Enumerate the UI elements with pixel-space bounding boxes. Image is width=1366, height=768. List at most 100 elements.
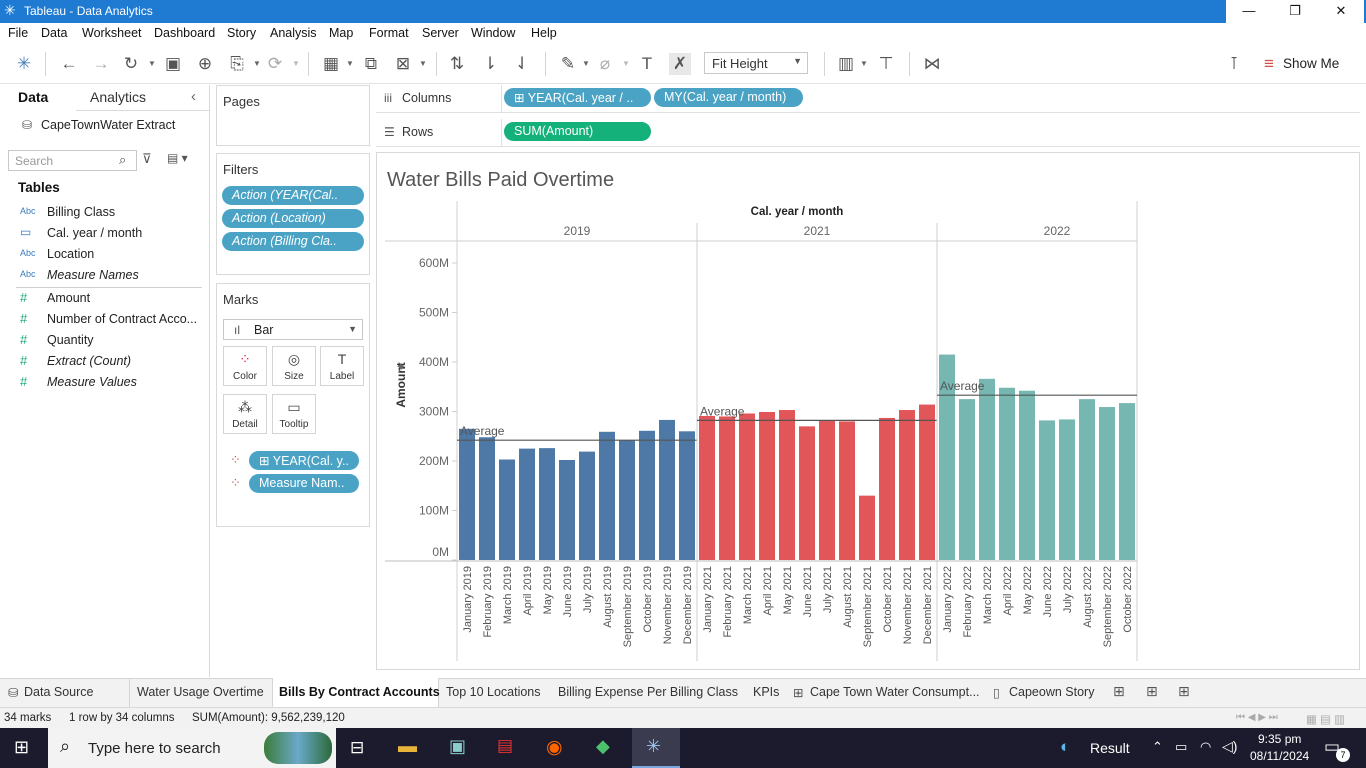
menu-window[interactable]: Window <box>471 26 515 40</box>
filter-pill-location[interactable]: Action (Location) <box>222 209 364 228</box>
tab-water-usage-overtime[interactable]: Water Usage Overtime <box>137 685 264 699</box>
new-datasource-icon[interactable]: ⊕ <box>194 53 216 75</box>
marks-pill-year[interactable]: ⊞ YEAR(Cal. y.. <box>249 451 359 470</box>
volume-icon[interactable]: ◁) <box>1222 738 1237 755</box>
battery-icon[interactable]: ▭ <box>1175 739 1187 755</box>
group-members-icon[interactable]: ⌀ <box>594 53 616 75</box>
share-icon[interactable]: ⋈ <box>921 53 943 75</box>
columns-pill-year[interactable]: ⊞ YEAR(Cal. year / .. <box>504 88 651 107</box>
wifi-icon[interactable]: ◠ <box>1200 739 1211 755</box>
undo-icon[interactable]: ← <box>58 53 80 75</box>
git-icon[interactable]: ◆ <box>596 736 610 757</box>
chevron-up-icon[interactable]: ⌃ <box>1152 739 1163 755</box>
menu-worksheet[interactable]: Worksheet <box>82 26 142 40</box>
redo-icon[interactable]: → <box>90 53 112 75</box>
duplicate-sheet-icon[interactable]: ⧉ <box>360 53 382 75</box>
menu-file[interactable]: File <box>8 26 28 40</box>
menu-story[interactable]: Story <box>227 26 256 40</box>
new-worksheet-tab-icon[interactable]: ⊞ <box>1113 683 1125 700</box>
new-dashboard-tab-icon[interactable]: ⊞ <box>1146 683 1158 700</box>
swap-icon[interactable]: ⇅ <box>446 53 468 75</box>
field-measure-values[interactable]: # Measure Values <box>0 373 210 394</box>
refresh-icon[interactable]: ⟳ <box>264 53 286 75</box>
marks-pill-measure-names[interactable]: Measure Nam.. <box>249 474 359 493</box>
highlight-icon[interactable]: ✎ <box>557 53 579 75</box>
tab-cape-town-water[interactable]: Cape Town Water Consumpt... <box>810 685 980 699</box>
tab-analytics[interactable]: Analytics <box>90 89 146 105</box>
restore-button[interactable]: ❐ <box>1272 0 1318 23</box>
field-quantity[interactable]: # Quantity <box>0 331 210 352</box>
clear-sheet-icon[interactable]: ⊠ <box>392 53 414 75</box>
collapse-chevron-icon[interactable]: ‹ <box>191 88 196 105</box>
color-button[interactable]: ⁘ Color <box>223 346 267 386</box>
pages-card[interactable]: Pages <box>216 85 370 146</box>
rows-pill-amount[interactable]: SUM(Amount) <box>504 122 651 141</box>
mark-type-select[interactable]: ıl Bar ▼ <box>223 319 363 340</box>
view-options-icon[interactable]: ▤ ▾ <box>167 151 188 165</box>
field-amount[interactable]: # Amount <box>0 289 210 310</box>
close-button[interactable]: ✕ <box>1318 0 1364 23</box>
tab-capeown-story[interactable]: Capeown Story <box>1009 685 1094 699</box>
datasource-name[interactable]: CapeTownWater Extract <box>41 118 175 132</box>
field-measure-names[interactable]: Abc Measure Names <box>0 266 210 287</box>
tab-kpis[interactable]: KPIs <box>753 685 779 699</box>
show-me-pin-icon[interactable]: ⊺ <box>1223 53 1245 75</box>
field-extract-count[interactable]: # Extract (Count) <box>0 352 210 373</box>
menu-data[interactable]: Data <box>41 26 67 40</box>
show-me-icon[interactable]: ≡ <box>1258 53 1280 75</box>
show-me-button[interactable]: Show Me <box>1283 56 1339 71</box>
taskbar-search[interactable]: ⌕ Type here to search <box>48 728 336 768</box>
size-button[interactable]: ◎ Size <box>272 346 316 386</box>
presentation-mode-icon[interactable]: ⊤ <box>875 53 897 75</box>
detail-button[interactable]: ⁂ Detail <box>223 394 267 434</box>
tableau-home-icon[interactable]: ✳ <box>13 53 35 75</box>
search-input[interactable]: Search ⌕ <box>8 150 137 171</box>
fit-select[interactable]: Fit Height ▼ <box>704 52 808 74</box>
new-story-tab-icon[interactable]: ⊞ <box>1178 683 1190 700</box>
minimize-button[interactable]: — <box>1226 0 1272 23</box>
menu-map[interactable]: Map <box>329 26 353 40</box>
tab-bills-by-contract-accounts[interactable]: Bills By Contract Accounts <box>279 685 440 699</box>
tab-data[interactable]: Data <box>18 89 48 105</box>
menu-format[interactable]: Format <box>369 26 409 40</box>
menu-dashboard[interactable]: Dashboard <box>154 26 215 40</box>
clock-time[interactable]: 9:35 pm <box>1258 732 1301 746</box>
new-worksheet-icon[interactable]: ▦ <box>320 53 342 75</box>
field-billing-class[interactable]: Abc Billing Class <box>0 203 210 224</box>
save-icon[interactable]: ▣ <box>162 53 184 75</box>
show-cards-icon[interactable]: ▥ <box>835 53 857 75</box>
clock-date[interactable]: 08/11/2024 <box>1250 749 1309 763</box>
pause-updates-icon[interactable]: ⎘ <box>226 53 248 75</box>
file-explorer-icon[interactable]: ▬ <box>398 736 417 758</box>
windows-start-icon[interactable]: ⊞ <box>14 737 29 758</box>
result-app-icon[interactable]: ◐ <box>1060 737 1070 757</box>
field-cal-year-month[interactable]: ▭ Cal. year / month <box>0 224 210 245</box>
replay-icon[interactable]: ↻ <box>120 53 142 75</box>
tab-data-source[interactable]: Data Source <box>24 685 93 699</box>
field-location[interactable]: Abc Location <box>0 245 210 266</box>
label-button[interactable]: T Label <box>320 346 364 386</box>
network-app-icon[interactable]: ▣ <box>449 736 466 757</box>
sort-ascending-icon[interactable]: ⇂ <box>479 53 501 75</box>
tab-top-10-locations[interactable]: Top 10 Locations <box>446 685 541 699</box>
task-view-icon[interactable]: ⊟ <box>350 738 364 758</box>
filter-icon[interactable]: ⊽ <box>142 151 152 167</box>
tableau-taskbar-button[interactable]: ✳ <box>632 728 680 768</box>
filter-pill-year[interactable]: Action (YEAR(Cal.. <box>222 186 364 205</box>
columns-pill-month[interactable]: MY(Cal. year / month) <box>654 88 803 107</box>
sort-descending-icon[interactable]: ⇃ <box>511 53 533 75</box>
tooltip-button[interactable]: ▭ Tooltip <box>272 394 316 434</box>
filter-pill-billing-class[interactable]: Action (Billing Cla.. <box>222 232 364 251</box>
result-label[interactable]: Result <box>1090 740 1130 756</box>
show-labels-icon[interactable]: T <box>636 53 658 75</box>
sheet-view-icon[interactable]: ▦ ▤ ▥ <box>1306 712 1345 726</box>
pdf-icon[interactable]: ▤ <box>497 736 513 756</box>
menu-help[interactable]: Help <box>531 26 557 40</box>
tab-billing-expense[interactable]: Billing Expense Per Billing Class <box>558 685 738 699</box>
firefox-icon[interactable]: ◉ <box>546 736 563 759</box>
menu-analysis[interactable]: Analysis <box>270 26 317 40</box>
fix-axes-icon[interactable]: ✗ <box>669 53 691 75</box>
menu-server[interactable]: Server <box>422 26 459 40</box>
sheet-nav-icon[interactable]: ⏮ ◀ ▶ ⏭ <box>1236 712 1278 723</box>
field-number-of-contract-accounts[interactable]: # Number of Contract Acco... <box>0 310 210 331</box>
